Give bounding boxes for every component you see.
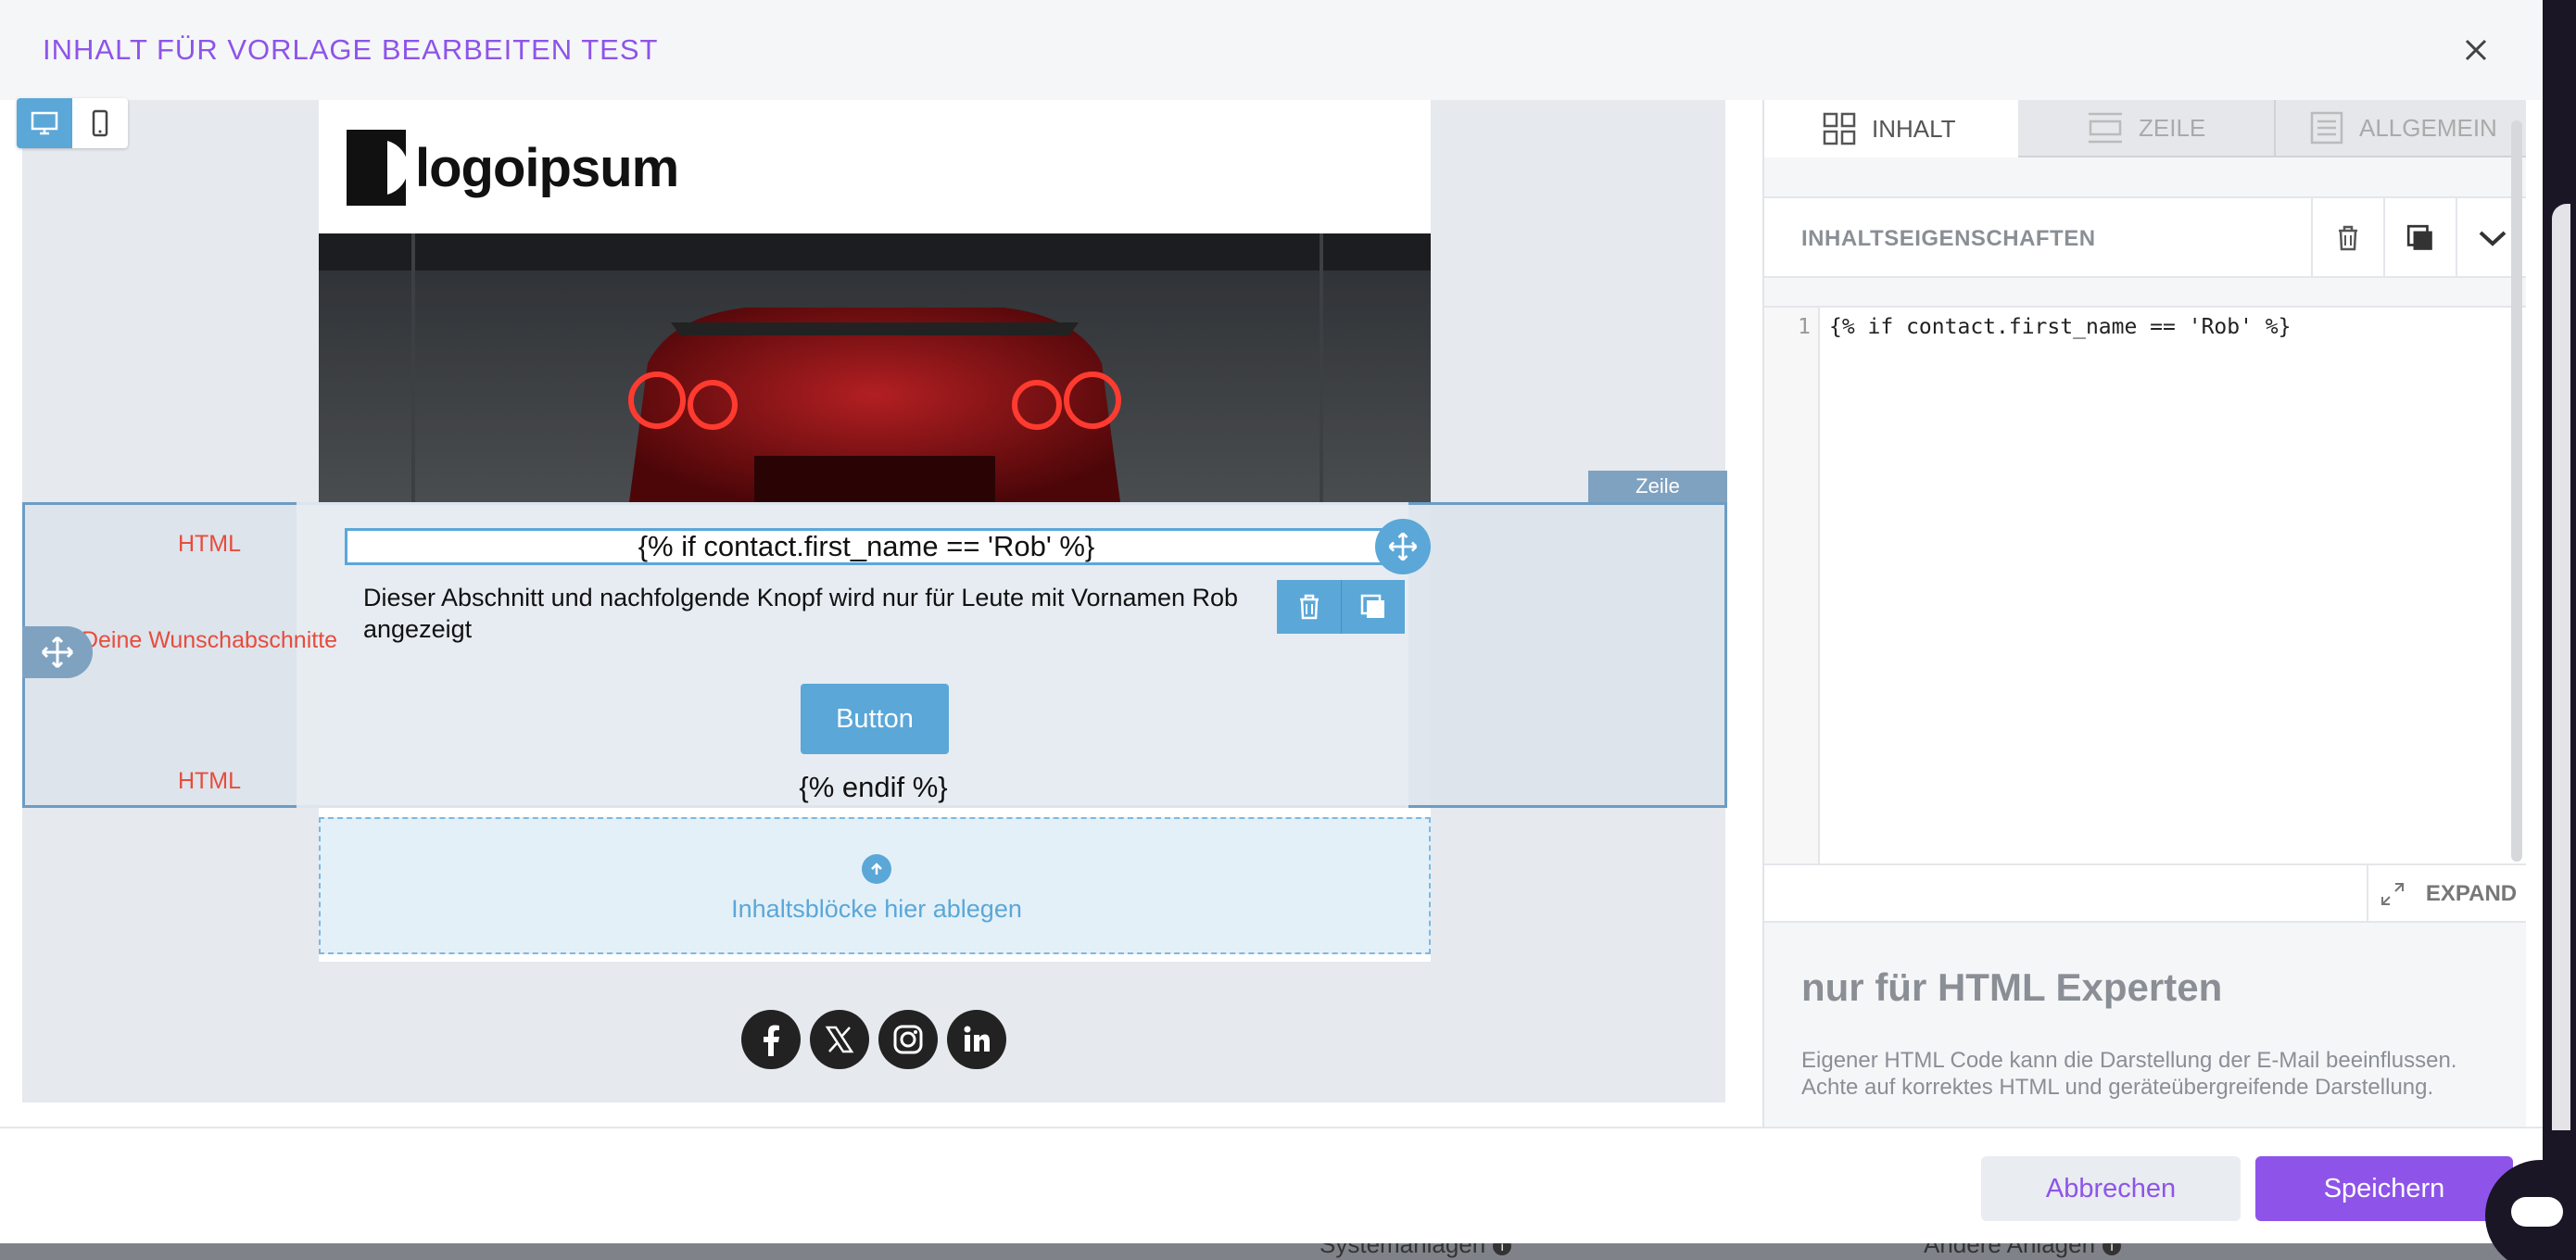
desktop-view-button[interactable] (17, 98, 72, 148)
line-number: 1 (1798, 315, 1811, 339)
device-toggle (17, 98, 128, 148)
background-right-edge (2543, 0, 2576, 1260)
tab-label: ALLGEMEIN (2359, 113, 2497, 142)
block-move-handle[interactable] (1375, 519, 1431, 574)
panel-scrollbar[interactable] (2511, 120, 2522, 862)
mobile-icon (92, 109, 108, 137)
properties-header: INHALTSEIGENSCHAFTEN (1764, 196, 2526, 278)
tab-label: INHALT (1872, 114, 1956, 143)
list-icon (2310, 111, 2343, 145)
cancel-button[interactable]: Abbrechen (1981, 1156, 2241, 1221)
upload-icon (862, 854, 891, 884)
panel-tabs: INHALT ZEILE ALLGEMEIN (1764, 100, 2526, 158)
content-drop-zone[interactable]: Inhaltsblöcke hier ablegen (319, 817, 1431, 954)
tab-zeile[interactable]: ZEILE (2018, 100, 2274, 158)
modal-footer: Abbrechen Speichern (0, 1127, 2543, 1243)
instagram-icon[interactable] (878, 1010, 938, 1069)
code-line[interactable]: {% if contact.first_name == 'Rob' %} (1829, 315, 2292, 339)
facebook-icon[interactable] (741, 1010, 801, 1069)
hero-image (319, 233, 1431, 502)
expand-button[interactable]: EXPAND (2367, 865, 2526, 923)
properties-panel: INHALT ZEILE ALLGEMEIN INHALTSEIGENSCHAF… (1762, 100, 2526, 1127)
x-icon[interactable] (810, 1010, 869, 1069)
chevron-down-icon (2479, 231, 2507, 246)
mobile-view-button[interactable] (72, 98, 128, 148)
duplicate-icon (1360, 594, 1384, 618)
info-text: Eigener HTML Code kann die Darstellung d… (1801, 1048, 2457, 1100)
move-icon (1388, 532, 1418, 561)
desktop-icon (31, 111, 58, 135)
line-gutter: 1 (1764, 308, 1820, 863)
modal: INHALT FÜR VORLAGE BEARBEITEN TEST logoi… (0, 0, 2543, 1243)
block-actions (1277, 580, 1405, 634)
text-block[interactable]: Dieser Abschnitt und nachfolgende Knopf … (363, 582, 1290, 645)
social-icons (741, 1010, 1006, 1069)
side-label-custom-sections: Deine Wunschabschnitte (81, 627, 338, 653)
tab-label: ZEILE (2139, 113, 2206, 142)
expand-bar: EXPAND (1764, 863, 2526, 923)
html-code-editor[interactable]: 1 {% if contact.first_name == 'Rob' %} (1764, 306, 2526, 863)
modal-header: INHALT FÜR VORLAGE BEARBEITEN TEST (0, 0, 2543, 100)
properties-title: INHALTSEIGENSCHAFTEN (1801, 226, 2096, 251)
logo-text: logoipsum (415, 137, 679, 198)
duplicate-block-button[interactable] (1341, 580, 1405, 634)
html-block-if[interactable]: {% if contact.first_name == 'Rob' %} (345, 528, 1388, 565)
logo-icon (347, 130, 406, 206)
trash-icon (1299, 594, 1319, 620)
trash-icon (2339, 225, 2357, 251)
move-icon (41, 636, 74, 669)
side-label-html-top: HTML (177, 531, 242, 557)
rows-icon (2089, 112, 2122, 144)
delete-content-button[interactable] (2311, 198, 2383, 278)
row-tag[interactable]: Zeile (1588, 471, 1727, 502)
duplicate-icon (2406, 224, 2432, 250)
expand-icon (2380, 883, 2404, 905)
delete-block-button[interactable] (1277, 580, 1341, 634)
close-icon[interactable] (2457, 32, 2494, 69)
modal-title: INHALT FÜR VORLAGE BEARBEITEN TEST (43, 33, 659, 66)
tab-inhalt[interactable]: INHALT (1764, 100, 2018, 158)
row-move-handle[interactable] (22, 626, 93, 678)
html-block-endif[interactable]: {% endif %} (297, 771, 1450, 804)
expand-label: EXPAND (2425, 881, 2518, 906)
tab-allgemein[interactable]: ALLGEMEIN (2274, 100, 2526, 158)
drop-zone-label: Inhaltsblöcke hier ablegen (731, 895, 1022, 923)
cta-button[interactable]: Button (801, 684, 949, 754)
grid-icon (1823, 112, 1856, 145)
info-title: nur für HTML Experten (1801, 965, 2223, 1009)
save-button[interactable]: Speichern (2255, 1156, 2513, 1221)
logo: logoipsum (347, 130, 679, 206)
linkedin-icon[interactable] (947, 1010, 1006, 1069)
duplicate-content-button[interactable] (2383, 198, 2456, 278)
